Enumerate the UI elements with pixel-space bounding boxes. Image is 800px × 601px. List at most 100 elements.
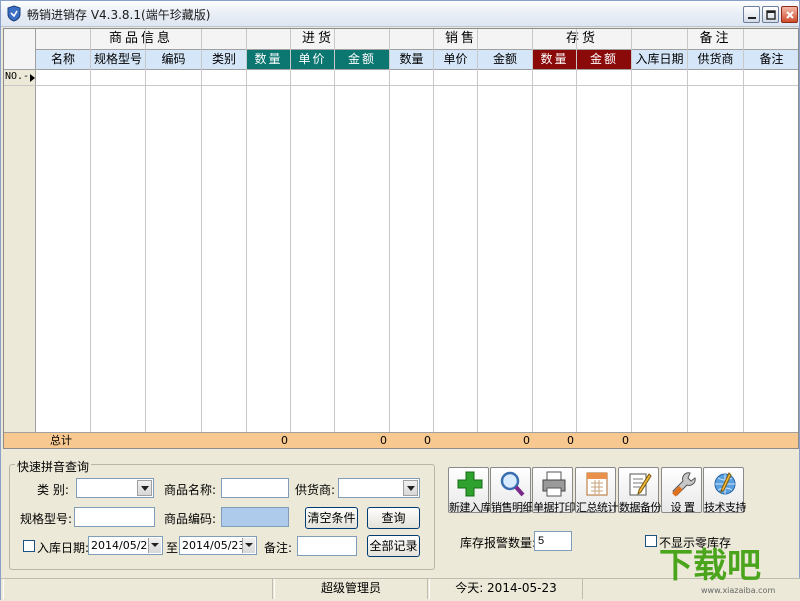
watermark-url: www.xiazaiba.com (701, 586, 775, 595)
column-gridline (631, 29, 632, 448)
column-header-9[interactable]: 金额 (478, 50, 533, 70)
column-gridline (334, 29, 335, 448)
date-filter-checkbox[interactable] (23, 540, 35, 552)
column-header-14[interactable]: 备注 (744, 50, 798, 70)
total-cell-5 (291, 433, 335, 448)
all-records-button[interactable]: 全部记录 (367, 535, 420, 557)
summary-stats-label: 汇总统计 (576, 501, 619, 514)
chevron-down-icon[interactable] (242, 538, 255, 553)
total-cell-11: 0 (622, 434, 629, 447)
product-code-input[interactable] (221, 507, 289, 527)
remark-label: 备注: (264, 541, 293, 555)
spec-label: 规格型号: (20, 512, 73, 526)
print-receipt-label: 单据打印 (533, 501, 576, 514)
total-cell-6: 0 (380, 434, 387, 447)
column-header-12[interactable]: 入库日期 (632, 50, 688, 70)
stock-alert-label: 库存报警数量: (460, 536, 537, 550)
category-select-value (77, 481, 80, 494)
group-header-2: 销售 (390, 29, 533, 50)
calendar-icon (586, 472, 608, 496)
column-header-5[interactable]: 单价 (291, 50, 335, 70)
total-cell-1 (91, 433, 146, 448)
category-label: 类 别: (37, 483, 69, 497)
remark-input[interactable] (297, 536, 357, 556)
total-cell-4: 0 (281, 434, 288, 447)
chevron-down-icon[interactable] (403, 480, 418, 496)
title-bar[interactable]: 畅销进销存 V4.3.8.1(端午珍藏版) (1, 1, 799, 27)
printer-icon (542, 471, 566, 497)
clear-conditions-button[interactable]: 清空条件 (305, 507, 358, 529)
magnifier-icon (500, 471, 525, 497)
column-gridline (477, 29, 478, 448)
print-receipt-button[interactable]: 单据打印 (532, 467, 576, 514)
search-button[interactable]: 查询 (367, 507, 420, 529)
maximize-button[interactable] (762, 6, 779, 23)
category-select[interactable] (76, 478, 154, 498)
column-gridline (246, 29, 247, 448)
column-header-3[interactable]: 类别 (202, 50, 247, 70)
total-cell-14 (744, 433, 798, 448)
close-button[interactable] (781, 6, 798, 23)
column-gridline (532, 29, 533, 448)
summary-stats-button[interactable]: 汇总统计 (575, 467, 619, 514)
maximize-icon (766, 10, 776, 20)
date-to-value: 2014/05/23 (182, 539, 246, 552)
date-to-label: 至 (166, 541, 179, 555)
total-cell-9: 0 (523, 434, 530, 447)
inventory-grid[interactable]: 商品信息 进货 销售 存货 备注 名称 规格型号 编码 类别 数量 单价 金额 数量 单价 金额 数量 金额 入库… (3, 28, 799, 449)
group-header-1: 进货 (247, 29, 390, 50)
sales-detail-button[interactable]: 销售明细 (490, 467, 534, 514)
table-row[interactable] (4, 70, 798, 86)
stock-alert-input[interactable] (534, 531, 572, 551)
column-header-11[interactable]: 金额 (577, 50, 632, 70)
data-backup-button[interactable]: 数据备份 (618, 467, 662, 514)
column-header-10[interactable]: 数量 (533, 50, 577, 70)
new-stock-in-button[interactable]: 新建入库 (448, 467, 492, 514)
column-header-7[interactable]: 数量 (390, 50, 434, 70)
column-gridline (576, 29, 577, 448)
plus-icon (457, 471, 483, 497)
total-cell-0 (36, 433, 91, 448)
globe-icon (714, 472, 736, 495)
chevron-down-icon[interactable] (137, 480, 152, 496)
window-title: 畅销进销存 V4.3.8.1(端午珍藏版) (27, 8, 211, 22)
supplier-label: 供货商: (295, 483, 336, 497)
close-icon (786, 11, 794, 19)
minimize-button[interactable] (743, 6, 760, 23)
column-header-4[interactable]: 数量 (247, 50, 291, 70)
column-gridline (290, 29, 291, 448)
notepad-pencil-icon (629, 473, 652, 496)
wrench-icon (672, 472, 696, 497)
column-gridline (389, 29, 390, 448)
product-name-label: 商品名称: (164, 483, 217, 497)
column-header-13[interactable]: 供货商 (688, 50, 744, 70)
date-to-picker[interactable]: 2014/05/23 (179, 536, 257, 555)
column-header-0[interactable]: 名称 (36, 50, 91, 70)
supplier-select[interactable] (338, 478, 420, 498)
product-name-input[interactable] (221, 478, 289, 498)
supplier-select-value (339, 481, 342, 494)
settings-button[interactable]: 设 置 (661, 467, 702, 514)
column-header-1[interactable]: 规格型号 (91, 50, 146, 70)
status-user: 超级管理员 (274, 579, 428, 599)
group-header-4: 备注 (632, 29, 798, 50)
column-header-6[interactable]: 金额 (335, 50, 390, 70)
product-code-label: 商品编码: (164, 512, 217, 526)
spec-input[interactable] (74, 507, 155, 527)
grid-corner (4, 29, 36, 70)
new-stock-in-label: 新建入库 (449, 501, 492, 514)
group-header-3: 存货 (533, 29, 632, 50)
settings-label: 设 置 (670, 501, 696, 514)
chevron-down-icon[interactable] (148, 538, 161, 553)
row-number-label: NO.- (5, 71, 30, 82)
column-gridline (687, 29, 688, 448)
total-cell-10: 0 (567, 434, 574, 447)
column-header-8[interactable]: 单价 (434, 50, 478, 70)
minimize-icon (748, 17, 756, 19)
watermark-text: 下载吧 (659, 546, 761, 586)
date-from-value: 2014/05/23 (91, 539, 155, 552)
column-gridline (743, 29, 744, 448)
date-from-picker[interactable]: 2014/05/23 (88, 536, 163, 555)
column-header-2[interactable]: 编码 (146, 50, 202, 70)
tech-support-button[interactable]: 技术支持 (703, 467, 747, 514)
